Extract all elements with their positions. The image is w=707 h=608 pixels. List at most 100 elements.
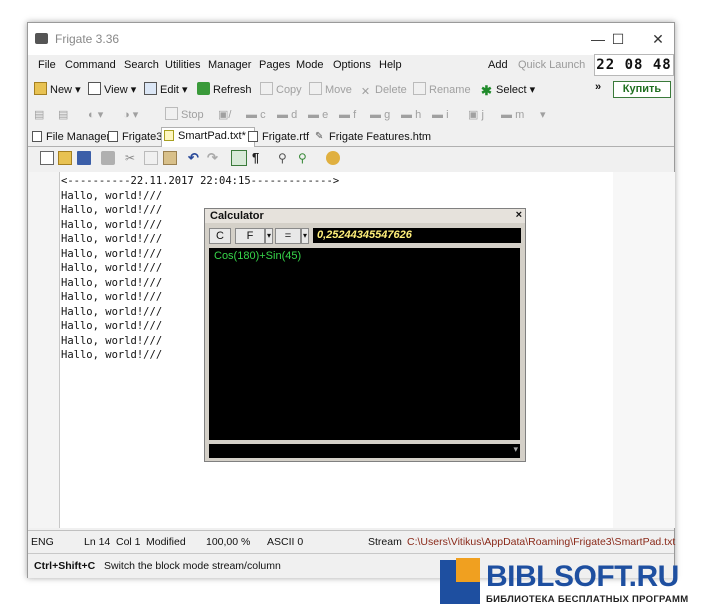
add-button[interactable]: Add: [488, 59, 508, 71]
drive-root-label: /: [228, 109, 232, 121]
notepad-icon: [164, 130, 174, 141]
editor-line: Hallo, world!///: [61, 189, 163, 202]
drive-c[interactable]: ▬ c: [246, 106, 266, 124]
edit-button[interactable]: Edit ▾: [144, 81, 188, 99]
drive-m-label: m: [515, 109, 525, 121]
stop-button[interactable]: Stop: [165, 106, 204, 124]
stop-label: Stop: [181, 109, 204, 121]
calc-input-field[interactable]: ▾: [209, 444, 520, 458]
watermark: BIBLSOFT.RU БИБЛИОТЕКА БЕСПЛАТНЫХ ПРОГРА…: [440, 558, 707, 608]
menu-utilities[interactable]: Utilities: [165, 59, 200, 71]
status-language: ENG: [31, 536, 54, 548]
app-icon: [35, 33, 48, 44]
status-encoding: ASCII 0: [267, 536, 304, 548]
main-toolbar: New ▾ View ▾ Edit ▾ Refresh Copy Move ✕ D…: [28, 78, 674, 102]
print-icon[interactable]: [101, 151, 115, 165]
close-button[interactable]: ✕: [643, 29, 673, 49]
menu-search[interactable]: Search: [124, 59, 159, 71]
back-icon[interactable]: ◐ ▾: [88, 106, 103, 124]
view-button[interactable]: View ▾: [88, 81, 136, 99]
rename-button[interactable]: Rename: [413, 81, 471, 99]
menu-help[interactable]: Help: [379, 59, 402, 71]
calculator-title-bar: Calculator ×: [205, 209, 525, 223]
calculator-launch-icon[interactable]: [326, 151, 340, 165]
undo-icon[interactable]: ↶: [188, 151, 202, 165]
menu-file[interactable]: File: [38, 59, 56, 71]
menu-pages[interactable]: Pages: [259, 59, 290, 71]
paste-icon[interactable]: [163, 151, 177, 165]
tab-frigate3[interactable]: Frigate3: [106, 129, 162, 145]
watermark-logo-accent-icon: [456, 558, 480, 582]
line-gutter: [29, 172, 60, 528]
secondary-toolbar: ▤ ▤ ◐ ▾ ◑ ▾ Stop ▣/ ▬ c ▬ d ▬ e ▬ f ▬ g …: [28, 103, 674, 127]
copy-button[interactable]: Copy: [260, 81, 302, 99]
calc-expression-area[interactable]: Cos(180)+Sin(45): [209, 248, 520, 440]
quick-launch[interactable]: Quick Launch: [518, 59, 585, 71]
tab-smartpad[interactable]: SmartPad.txt*: [161, 127, 255, 147]
calc-equals-dropdown-icon[interactable]: ▾: [301, 228, 309, 244]
calc-function-dropdown-icon[interactable]: ▾: [265, 228, 273, 244]
save-icon[interactable]: [77, 151, 91, 165]
status-line: Ln 14: [84, 536, 111, 548]
move-button[interactable]: Move: [309, 81, 352, 99]
find-icon[interactable]: ⚲: [278, 151, 292, 165]
drive-m[interactable]: ▬ m: [501, 106, 524, 124]
redo-icon[interactable]: ↷: [207, 151, 221, 165]
refresh-icon: [197, 82, 210, 95]
menu-command[interactable]: Command: [65, 59, 116, 71]
new-button[interactable]: New ▾: [34, 81, 81, 99]
status-column: Col 1: [116, 536, 141, 548]
drive-d[interactable]: ▬ d: [277, 106, 297, 124]
calc-expression: Cos(180)+Sin(45): [214, 250, 302, 262]
folder-up-icon[interactable]: ▤: [34, 106, 44, 124]
delete-button[interactable]: ✕ Delete: [359, 81, 407, 99]
move-icon: [309, 82, 322, 95]
tab-frigate-rtf[interactable]: Frigate.rtf: [246, 129, 309, 145]
drives-dropdown-icon[interactable]: ▾: [540, 106, 546, 124]
drive-h[interactable]: ▬ h: [401, 106, 421, 124]
tab-frigate-features[interactable]: ✎ Frigate Features.htm: [313, 129, 431, 145]
drive-h-label: h: [415, 109, 422, 121]
editor-header-line: <----------22.11.2017 22:04:15----------…: [61, 175, 340, 187]
new-file-icon[interactable]: [40, 151, 54, 165]
tab-file-manager[interactable]: File Manager: [30, 129, 110, 145]
folder-tree-icon[interactable]: ▤: [58, 106, 68, 124]
cut-icon[interactable]: ✂: [125, 151, 139, 165]
status-mode: Stream: [368, 536, 402, 548]
copy-text-icon[interactable]: [144, 151, 158, 165]
menu-options[interactable]: Options: [333, 59, 371, 71]
calc-equals-button[interactable]: =: [275, 228, 301, 244]
calculator-close-button[interactable]: ×: [516, 209, 522, 221]
find-replace-icon[interactable]: ⚲: [298, 151, 312, 165]
tab-bar: File Manager Frigate3 SmartPad.txt* Frig…: [28, 127, 674, 147]
block-mode-icon[interactable]: [231, 150, 247, 166]
edit-label: Edit: [160, 84, 179, 96]
drive-j[interactable]: ▣ j: [468, 106, 484, 124]
menu-bar: File Command Search Utilities Manager Pa…: [28, 55, 674, 77]
calculator-window: Calculator × C F ▾ = ▾ 0,25244345547626 …: [204, 208, 526, 462]
maximize-button[interactable]: ☐: [603, 29, 633, 49]
drive-f[interactable]: ▬ f: [339, 106, 356, 124]
drive-root[interactable]: ▣/: [218, 106, 231, 124]
drive-f-label: f: [353, 109, 357, 121]
select-button[interactable]: ✱ Select ▾: [480, 81, 535, 99]
folder-icon: [34, 82, 47, 95]
calc-clear-button[interactable]: C: [209, 228, 231, 244]
calc-function-button[interactable]: F: [235, 228, 265, 244]
forward-icon[interactable]: ◑ ▾: [123, 106, 138, 124]
drive-e[interactable]: ▬ e: [308, 106, 328, 124]
pilcrow-icon[interactable]: ¶: [252, 151, 266, 165]
more-button[interactable]: »: [595, 78, 601, 96]
menu-mode[interactable]: Mode: [296, 59, 324, 71]
buy-button[interactable]: Купить: [613, 81, 671, 98]
hint-text: Switch the block mode stream/column: [104, 560, 281, 572]
drive-i[interactable]: ▬ i: [432, 106, 449, 124]
menu-manager[interactable]: Manager: [208, 59, 251, 71]
tab-label: Frigate3: [122, 131, 163, 143]
calc-input-dropdown-icon[interactable]: ▾: [513, 444, 518, 455]
calc-result: 0,25244345547626: [313, 228, 521, 243]
refresh-button[interactable]: Refresh: [197, 81, 252, 99]
calc-scrollbar[interactable]: [520, 248, 524, 440]
open-folder-icon[interactable]: [58, 151, 72, 165]
drive-g[interactable]: ▬ g: [370, 106, 390, 124]
